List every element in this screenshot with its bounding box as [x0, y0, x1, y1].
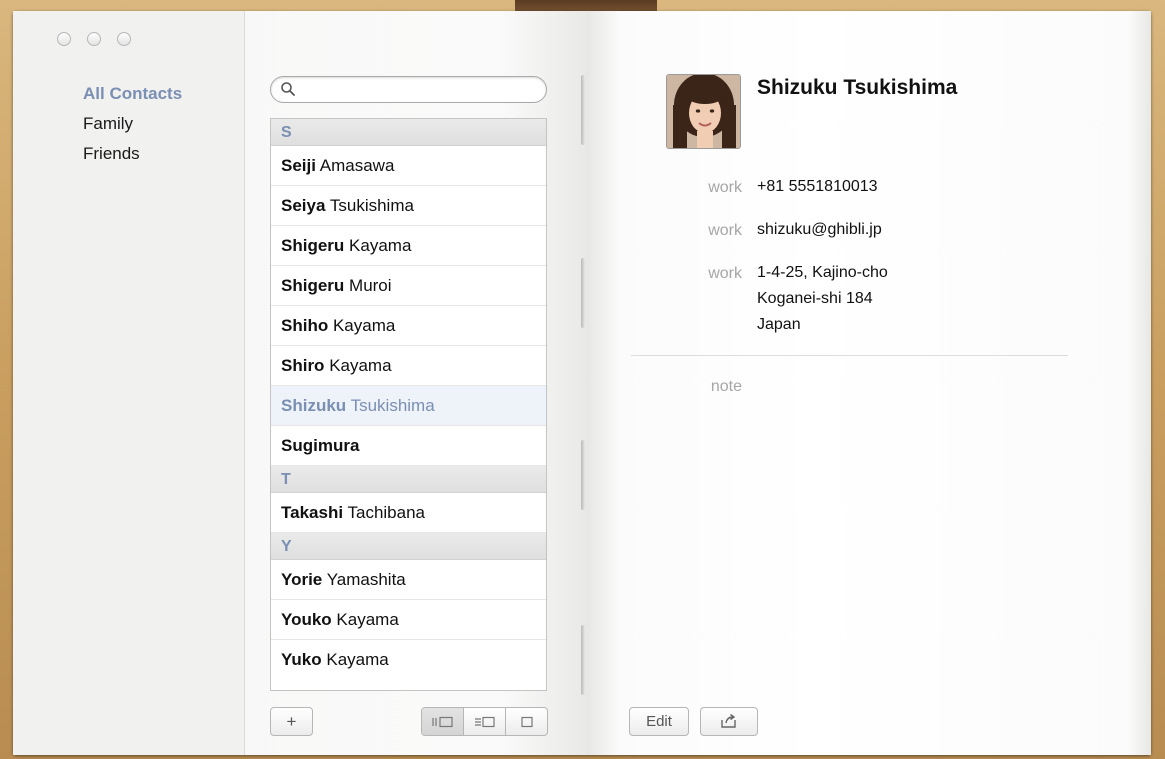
- edit-button[interactable]: Edit: [629, 707, 689, 736]
- section-header-y: Y: [271, 533, 546, 560]
- group-item-family[interactable]: Family: [83, 109, 182, 139]
- card-and-list-icon: [431, 716, 453, 727]
- group-item-friends[interactable]: Friends: [83, 139, 182, 169]
- minimize-button[interactable]: [87, 32, 101, 46]
- contact-row[interactable]: Takashi Tachibana: [271, 493, 546, 533]
- view-mode-control[interactable]: [421, 707, 548, 736]
- contact-last-name: Amasawa: [319, 156, 395, 175]
- card-only-icon: [520, 716, 533, 727]
- address-line: Koganei-shi 184: [757, 290, 873, 307]
- contact-last-name: Kayama: [326, 650, 389, 669]
- contact-row-selected[interactable]: Shizuku Tsukishima: [271, 386, 546, 426]
- contact-row[interactable]: Yorie Yamashita: [271, 560, 546, 600]
- list-and-card-view-button[interactable]: [464, 708, 506, 735]
- add-contact-button[interactable]: +: [270, 707, 313, 736]
- email-label: work: [708, 222, 742, 239]
- contact-last-name: Kayama: [349, 236, 412, 255]
- share-icon: [721, 713, 736, 728]
- contact-first-name: Shiho: [281, 316, 329, 335]
- contact-last-name: Kayama: [329, 356, 392, 375]
- contact-last-name: Yamashita: [326, 570, 406, 589]
- contact-row[interactable]: Sugimura: [271, 426, 546, 466]
- section-header-s: S: [271, 119, 546, 146]
- contact-photo[interactable]: [666, 74, 741, 149]
- section-header-t: T: [271, 466, 546, 493]
- contact-first-name: Sugimura: [281, 436, 360, 455]
- contact-first-name: Youko: [281, 610, 332, 629]
- list-and-card-icon: [474, 716, 495, 727]
- binding-ring: [581, 440, 585, 510]
- contact-first-name: Takashi: [281, 503, 344, 522]
- address-value[interactable]: 1-4-25, Kajino-cho Koganei-shi 184 Japan: [757, 260, 888, 338]
- contact-row[interactable]: Yuko Kayama: [271, 640, 546, 680]
- note-label: note: [710, 378, 742, 395]
- group-item-all-contacts[interactable]: All Contacts: [83, 79, 182, 109]
- contact-last-name: Kayama: [336, 610, 399, 629]
- share-button[interactable]: [700, 707, 758, 736]
- address-line: 1-4-25, Kajino-cho: [757, 264, 888, 281]
- group-list: All Contacts Family Friends: [83, 79, 182, 169]
- card-and-list-view-button[interactable]: [422, 708, 464, 735]
- email-value[interactable]: shizuku@ghibli.jp: [757, 217, 882, 243]
- contact-row[interactable]: Shiho Kayama: [271, 306, 546, 346]
- card-only-view-button[interactable]: [506, 708, 547, 735]
- binding-ring: [581, 75, 585, 145]
- contact-first-name: Shizuku: [281, 396, 347, 415]
- contact-last-name: Kayama: [332, 316, 396, 335]
- search-input[interactable]: [299, 80, 539, 99]
- contact-first-name: Shiro: [281, 356, 325, 375]
- contact-row[interactable]: Shigeru Muroi: [271, 266, 546, 306]
- address-label: work: [708, 265, 742, 282]
- contact-first-name: Shigeru: [281, 276, 345, 295]
- contact-first-name: Seiji: [281, 156, 316, 175]
- contact-row[interactable]: Shigeru Kayama: [271, 226, 546, 266]
- zoom-button[interactable]: [117, 32, 131, 46]
- contact-first-name: Yuko: [281, 650, 322, 669]
- close-button[interactable]: [57, 32, 71, 46]
- contact-name: Shizuku Tsukishima: [757, 76, 958, 99]
- contact-last-name: Tachibana: [347, 503, 425, 522]
- contact-list[interactable]: S Seiji Amasawa Seiya Tsukishima Shigeru…: [270, 118, 547, 691]
- contact-last-name: Tsukishima: [329, 196, 414, 215]
- portrait-photo-icon: [667, 75, 740, 148]
- contact-first-name: Shigeru: [281, 236, 345, 255]
- contact-row[interactable]: Seiji Amasawa: [271, 146, 546, 186]
- phone-value[interactable]: +81 5551810013: [757, 174, 878, 200]
- search-icon: [281, 82, 295, 96]
- contact-row[interactable]: Shiro Kayama: [271, 346, 546, 386]
- address-line: Japan: [757, 316, 801, 333]
- contact-first-name: Seiya: [281, 196, 326, 215]
- binding-ring: [581, 258, 585, 328]
- binding-ring: [581, 625, 585, 695]
- phone-label: work: [708, 179, 742, 196]
- contact-row[interactable]: Seiya Tsukishima: [271, 186, 546, 226]
- card-divider: [631, 355, 1068, 356]
- contact-first-name: Yorie: [281, 570, 323, 589]
- contact-last-name: Tsukishima: [350, 396, 435, 415]
- contact-row[interactable]: Youko Kayama: [271, 600, 546, 640]
- search-field[interactable]: [270, 76, 547, 103]
- contact-last-name: Muroi: [349, 276, 392, 295]
